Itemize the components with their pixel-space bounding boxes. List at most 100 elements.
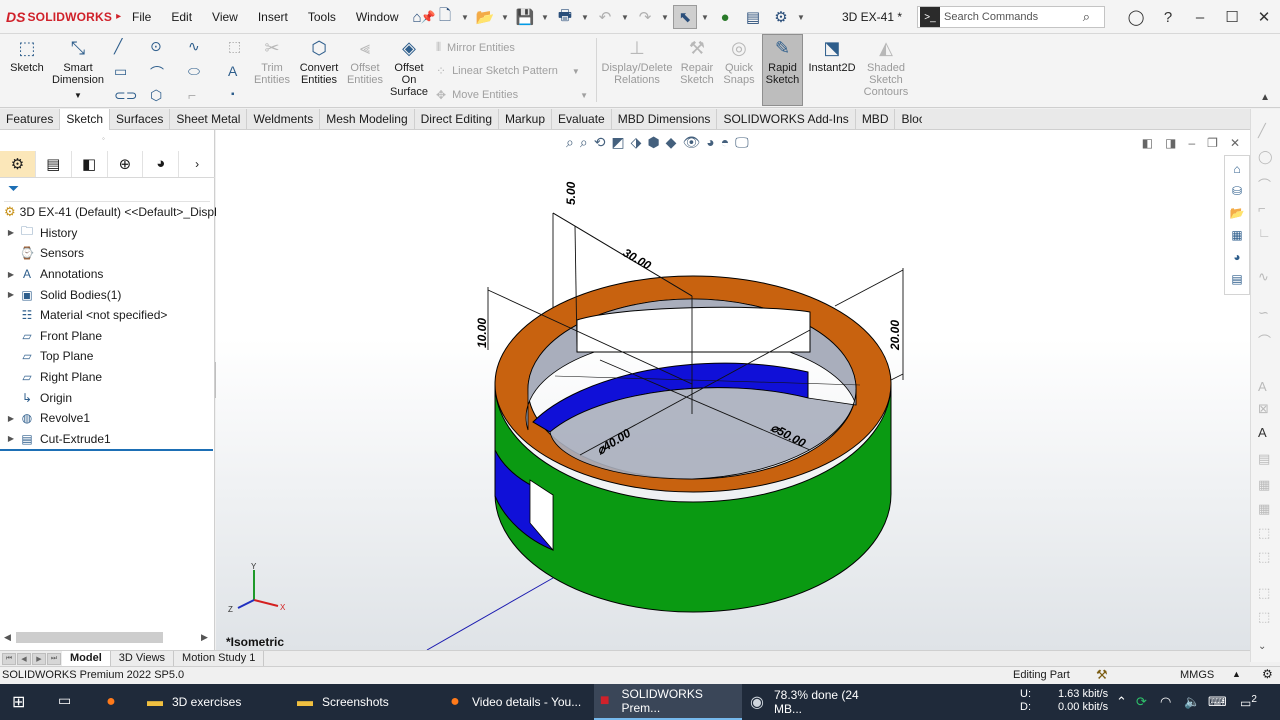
polygon-icon[interactable]: ⬡ [150, 87, 162, 104]
offset-tool-icon[interactable]: ∽ [1258, 305, 1269, 321]
text-tool-icon[interactable]: A [228, 63, 237, 79]
search-icon[interactable]: ⌕ [1083, 9, 1090, 25]
chevron-down-icon[interactable]: ▼ [580, 91, 588, 100]
inner-notch[interactable] [576, 306, 811, 353]
display-delete-relations-button[interactable]: ⊥ Display/Delete Relations [600, 36, 674, 86]
display-manager-tab-icon[interactable]: ◕ [143, 150, 180, 177]
chevron-right-icon[interactable]: ▸ [116, 11, 121, 22]
custom-properties-icon[interactable]: ▤ [1227, 269, 1247, 288]
tree-item[interactable]: ⌚ Sensors [0, 243, 213, 264]
tree-item[interactable]: ▶ 🗀 History [0, 223, 213, 244]
ellipse-icon[interactable]: ⬭ [188, 63, 200, 80]
tab-features[interactable]: Features [0, 109, 61, 130]
offset-entities-button[interactable]: ⫷ Offset Entities [344, 36, 386, 86]
chevron-down-icon[interactable]: ▼ [797, 13, 805, 22]
trim-entities-button[interactable]: ✂ Trim Entities [252, 36, 292, 86]
taskbar-item-screenshots[interactable]: ▬ Screenshots [294, 684, 438, 720]
scroll-thumb[interactable] [16, 632, 163, 643]
tree-item[interactable]: ▶ ▣ Solid Bodies(1) [0, 284, 213, 305]
traffic-light-icon[interactable]: ● [713, 5, 737, 29]
text-sketch-icon[interactable]: A [1258, 379, 1267, 394]
undo-icon[interactable]: ↶ [593, 5, 617, 29]
sketch-button[interactable]: ⬚ Sketch [8, 36, 46, 74]
linear-pattern-tool-icon[interactable]: ▦ [1258, 477, 1270, 493]
tree-item[interactable]: ▱ Right Plane [0, 367, 213, 388]
home-icon[interactable]: ⌂ [405, 5, 429, 29]
menu-file[interactable]: File [122, 10, 161, 24]
chevron-down-icon[interactable]: ▼ [74, 90, 82, 102]
last-tab-icon[interactable]: ⏭ [47, 652, 61, 665]
move-entities-button[interactable]: ✥ Move Entities ▼ [436, 88, 588, 102]
tab-solidworks-addins[interactable]: SOLIDWORKS Add-Ins [717, 109, 856, 130]
rotate-entities-icon[interactable]: ⬚ [1258, 585, 1270, 601]
dimension-20[interactable]: 20.00 [888, 320, 902, 351]
rebuild-icon[interactable]: ⚒ [1096, 667, 1108, 683]
annotation-note-icon[interactable]: A [1258, 425, 1267, 440]
tab-model[interactable]: Model [62, 650, 111, 667]
tree-item[interactable]: ▶ ◍ Revolve1 [0, 408, 213, 429]
shaded-sketch-contours-button[interactable]: ◭ Shaded Sketch Contours [862, 36, 910, 98]
wifi-icon[interactable]: ◠ [1160, 694, 1171, 710]
line-tool-icon[interactable]: ╱ [1258, 123, 1266, 139]
fillet-icon[interactable]: ⌐ [188, 87, 196, 103]
search-commands[interactable]: >_ Search Commands ⌕ [917, 6, 1105, 28]
tree-item[interactable]: ▱ Top Plane [0, 346, 213, 367]
tab-mbd[interactable]: MBD [856, 109, 896, 130]
menu-tools[interactable]: Tools [298, 10, 346, 24]
sketch-chamfer-icon[interactable]: ∟ [1258, 225, 1271, 240]
tab-mesh-modeling[interactable]: Mesh Modeling [320, 109, 415, 130]
chevron-right-icon[interactable]: › [179, 151, 215, 177]
print-icon[interactable]: 🖶 [553, 5, 577, 29]
speaker-icon[interactable]: 🔈 [1184, 694, 1200, 710]
help-icon[interactable]: ? [1152, 9, 1184, 26]
chevron-down-icon[interactable]: ⌄ [1258, 641, 1266, 652]
appearances-icon[interactable]: ◕ [1227, 247, 1247, 266]
chevron-down-icon[interactable]: ▼ [572, 67, 580, 76]
circular-pattern-tool-icon[interactable]: ▦ [1258, 501, 1270, 517]
dimension-5[interactable]: 5.00 [564, 181, 578, 205]
expand-arrow-icon[interactable]: ▶ [4, 290, 18, 299]
repair-sketch-button[interactable]: ⚒ Repair Sketch [678, 36, 716, 86]
offset-on-surface-button[interactable]: ◈ Offset On Surface [388, 36, 430, 98]
sketch-fillet-icon[interactable]: ⌐ [1258, 201, 1266, 216]
task-view-icon[interactable]: ▭ [58, 692, 71, 709]
menu-view[interactable]: View [202, 10, 248, 24]
scale-entities-icon[interactable]: ⬚ [1258, 549, 1270, 565]
file-explorer-icon[interactable]: 📂 [1227, 203, 1247, 222]
windows-start-icon[interactable]: ⊞ [12, 692, 25, 712]
expand-arrow-icon[interactable]: ▶ [4, 434, 18, 443]
taskbar-item-solidworks[interactable]: ■ SOLIDWORKS Prem... [594, 684, 742, 720]
filter-icon[interactable]: ⏷ [4, 180, 210, 202]
tab-sheet-metal[interactable]: Sheet Metal [170, 109, 248, 130]
redo-icon[interactable]: ↷ [633, 5, 657, 29]
collapse-ribbon-icon[interactable]: ▲ [1260, 92, 1270, 103]
file-properties-icon[interactable]: ▤ [741, 5, 765, 29]
point-icon[interactable]: ▪ [231, 89, 235, 100]
dimension-10[interactable]: 10.00 [475, 318, 489, 348]
tree-item[interactable]: ↳ Origin [0, 387, 213, 408]
graphics-area[interactable]: ⌕ ⌕ ⟲ ◩ ⬗ ⬢ ◆ 👁 ◕ ◓ 🖵 ◧ ◨ – ❐ ✕ 5.00 30.… [216, 130, 1250, 650]
tree-item[interactable]: ▶ ▤ Cut-Extrude1 [0, 429, 213, 450]
rectangle-icon[interactable]: ▭ [114, 63, 127, 80]
first-tab-icon[interactable]: ⏮ [2, 652, 16, 665]
extend-tool-icon[interactable]: ⌒ [1258, 331, 1271, 350]
tree-root[interactable]: ⚙ 3D EX-41 (Default) <<Default>_Display [0, 202, 229, 223]
property-manager-tab-icon[interactable]: ▤ [36, 150, 72, 177]
prev-tab-icon[interactable]: ◀ [17, 652, 31, 665]
taskbar-item-3d-exercises[interactable]: ▬ 3D exercises [144, 684, 288, 720]
rollback-bar[interactable] [0, 449, 213, 451]
grid-dashed-icon[interactable]: ⬚ [228, 38, 241, 55]
chevron-down-icon[interactable]: ▼ [621, 13, 629, 22]
chevron-up-icon[interactable]: ▲ [1232, 669, 1241, 679]
construction-geometry-icon[interactable]: ▤ [1258, 451, 1270, 467]
dimension-30[interactable]: 30.00 [621, 245, 654, 272]
rapid-sketch-button[interactable]: ✎ Rapid Sketch [762, 36, 803, 86]
tab-motion-study[interactable]: Motion Study 1 [174, 650, 265, 667]
tab-mbd-dimensions[interactable]: MBD Dimensions [612, 109, 718, 130]
tree-horizontal-scrollbar[interactable]: ◀ ▶ [0, 628, 215, 646]
quick-tips-icon[interactable]: ⚙ [1262, 667, 1273, 681]
firefox-pinned[interactable]: ● [100, 684, 128, 720]
open-icon[interactable]: 📂 [473, 5, 497, 29]
tab-surfaces[interactable]: Surfaces [110, 109, 171, 130]
minimize-icon[interactable]: – [1184, 9, 1216, 26]
